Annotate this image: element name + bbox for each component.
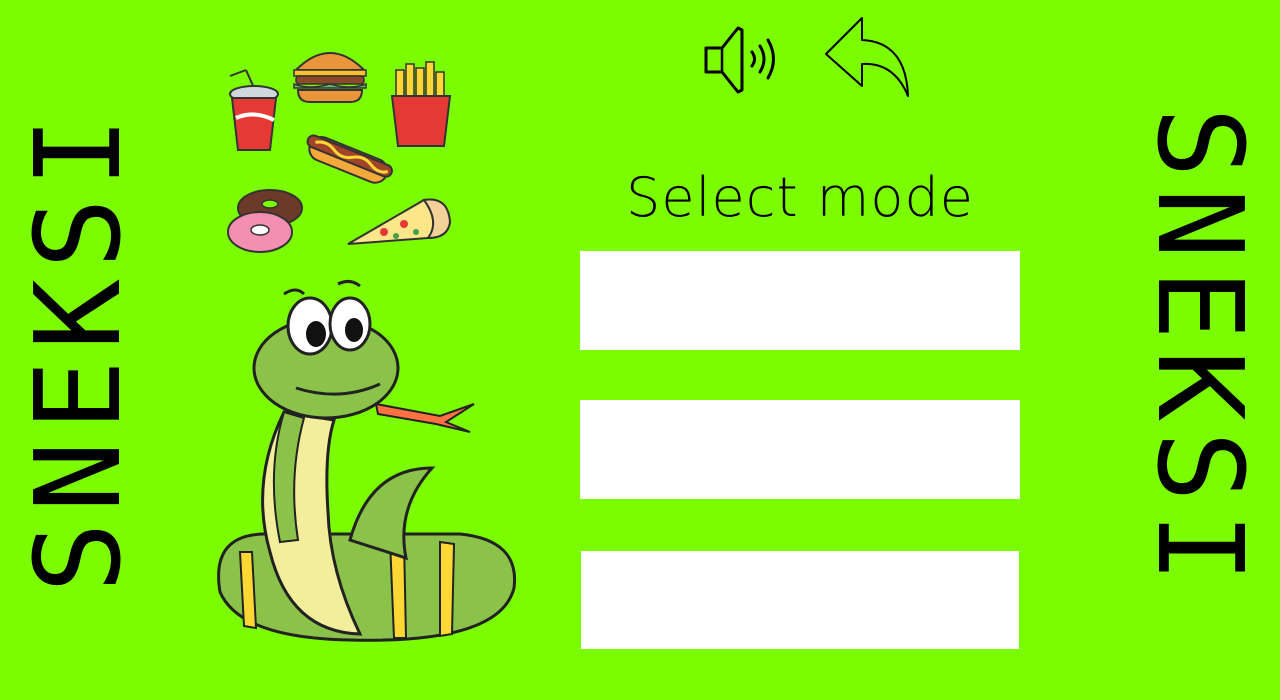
side-title-left: SNEKSI: [9, 106, 147, 594]
mode-option-3-button[interactable]: [581, 551, 1019, 649]
speaker-icon: [704, 26, 775, 94]
soda-cup-icon: [229, 69, 279, 151]
sound-toggle-button[interactable]: [700, 22, 782, 96]
mode-option-1-button[interactable]: [580, 251, 1020, 350]
fries-icon: [390, 61, 452, 147]
back-arrow-icon: [825, 17, 909, 97]
side-title-right: SNEKSI: [1131, 106, 1269, 594]
back-button[interactable]: [820, 14, 916, 100]
page-title: Select mode: [626, 166, 974, 229]
snake-mascot-image: [217, 279, 517, 642]
pizza-slice-icon: [347, 198, 452, 245]
burger-icon: [293, 52, 367, 103]
mode-option-2-button[interactable]: [580, 400, 1020, 499]
hot-dog-icon: [306, 134, 393, 184]
donuts-icon: [227, 189, 303, 253]
